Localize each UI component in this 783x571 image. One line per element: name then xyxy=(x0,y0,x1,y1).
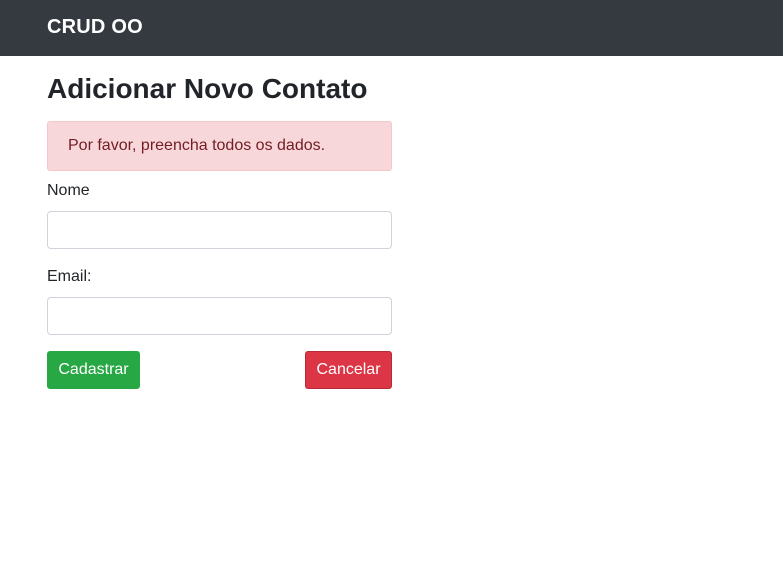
submit-button[interactable]: Cadastrar xyxy=(47,351,140,389)
cancel-button[interactable]: Cancelar xyxy=(305,351,392,389)
name-input[interactable] xyxy=(47,211,392,249)
email-input[interactable] xyxy=(47,297,392,335)
error-alert: Por favor, preencha todos os dados. xyxy=(47,121,392,171)
name-label: Nome xyxy=(47,182,90,199)
alert-message: Por favor, preencha todos os dados. xyxy=(68,137,326,154)
page-title: Adicionar Novo Contato xyxy=(47,73,368,104)
email-label: Email: xyxy=(47,268,92,285)
navbar-brand[interactable]: CRUD OO xyxy=(47,16,143,39)
navbar: CRUD OO xyxy=(0,0,783,56)
